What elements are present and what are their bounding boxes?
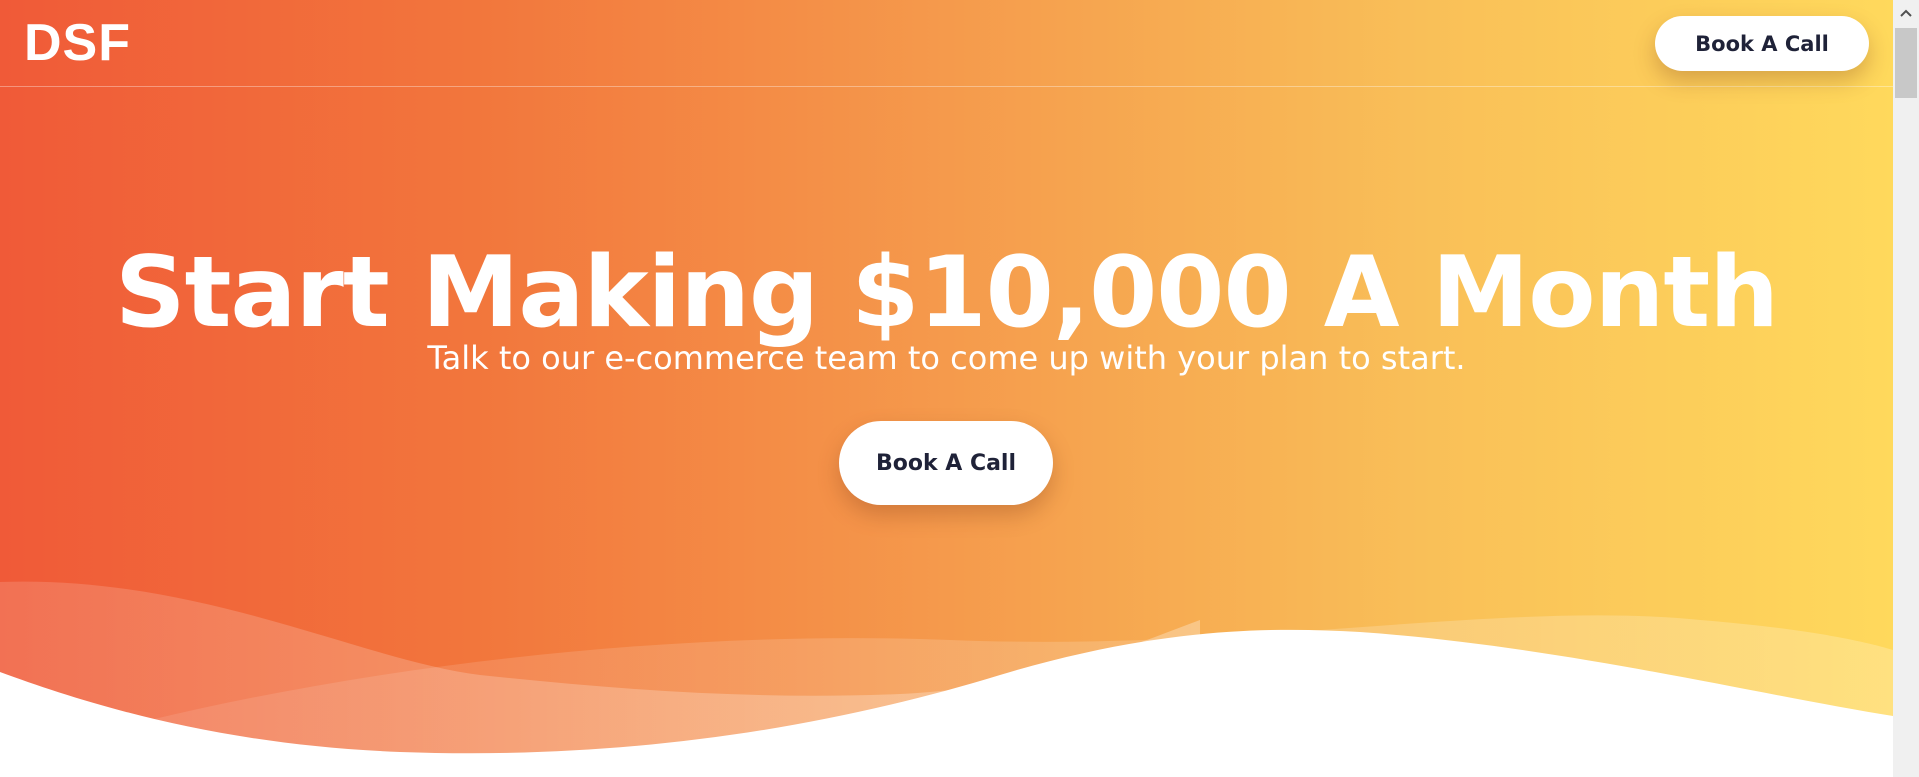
brand-logo[interactable]: DSF xyxy=(24,13,131,73)
nav-book-call-button[interactable]: Book A Call xyxy=(1655,16,1869,71)
vertical-scrollbar[interactable] xyxy=(1893,0,1919,777)
hero-waves xyxy=(0,581,1893,777)
landing-page: DSF Book A Call Start Making $10,000 A M… xyxy=(0,0,1919,777)
chevron-up-icon[interactable] xyxy=(1893,0,1919,26)
top-navbar: DSF Book A Call xyxy=(0,0,1893,87)
hero-section: DSF Book A Call Start Making $10,000 A M… xyxy=(0,0,1893,777)
hero-book-call-button[interactable]: Book A Call xyxy=(839,421,1053,505)
scrollbar-thumb[interactable] xyxy=(1895,28,1917,98)
hero-subheadline: Talk to our e-commerce team to come up w… xyxy=(427,339,1466,377)
